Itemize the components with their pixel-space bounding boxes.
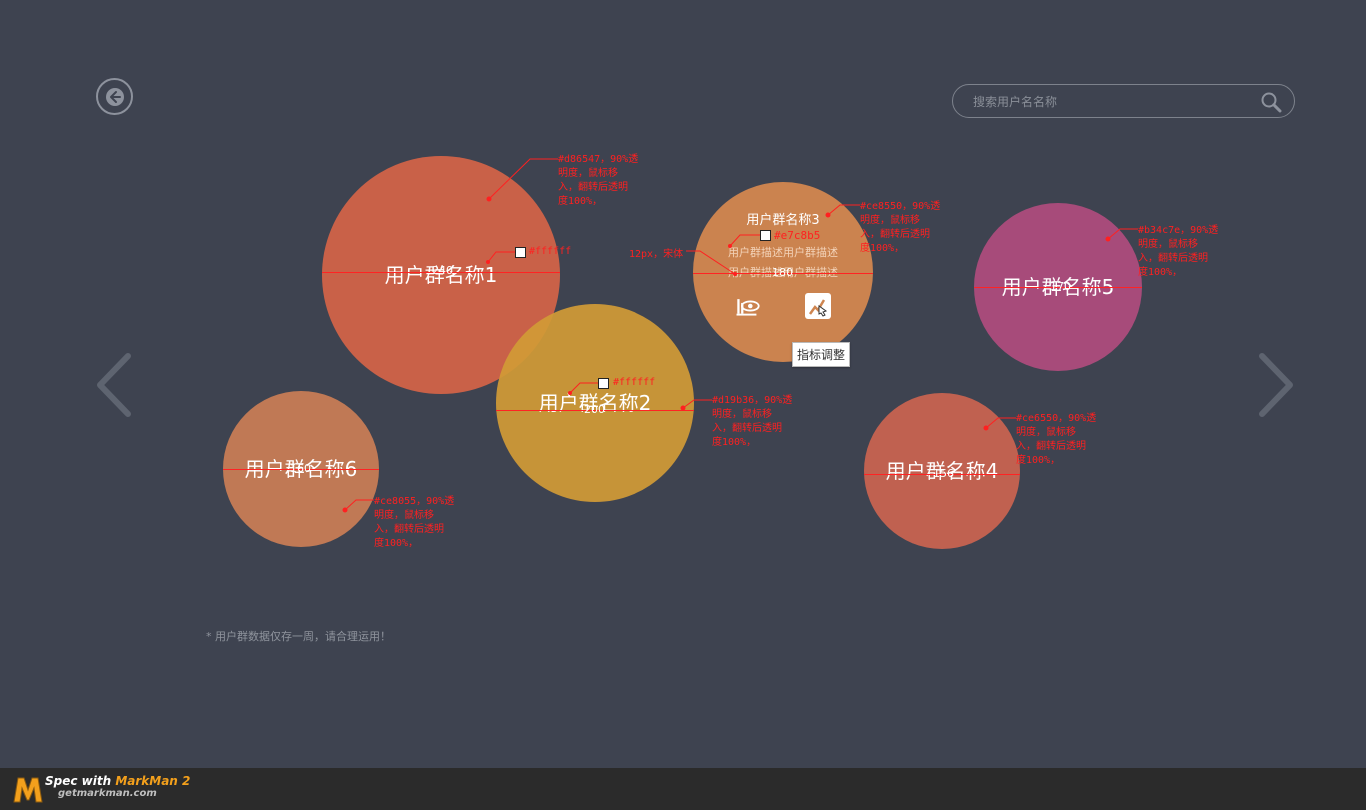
- footnote: * 用户群数据仅存一周，请合理运用！: [206, 630, 391, 643]
- color-swatch: [598, 378, 609, 389]
- annotation-note: #d19b36，90%透 明度，鼠标移 入，翻转后透明 度100%，: [712, 395, 793, 448]
- font-annotation: 12px，宋体: [629, 249, 684, 260]
- color-swatch: [760, 230, 771, 241]
- markman-logo-icon: [13, 777, 43, 803]
- annotation-note: #d86547，90%透 明度，鼠标移 入，翻转后透明 度100%，: [558, 154, 639, 207]
- annotation-note: #ce8550，90%透 明度，鼠标移 入，翻转后透明 度100%，: [860, 201, 941, 254]
- annotation-note: #ce6550，90%透 明度，鼠标移 入，翻转后透明 度100%，: [1016, 413, 1097, 466]
- annotation-note: #ce8055，90%透 明度，鼠标移 入，翻转后透明 度100%，: [374, 496, 455, 549]
- swatch-label: #e7c8b5: [774, 229, 821, 242]
- brand-title: Spec with MarkMan 2: [45, 774, 191, 788]
- annotation-note: #b34c7e，90%透 明度，鼠标移 入，翻转后透明 度100%，: [1138, 225, 1219, 278]
- color-swatch: [515, 247, 526, 258]
- annotation-pointer: [342, 158, 1138, 513]
- brand-bar: [0, 768, 1366, 810]
- swatch-label: #ffffff: [529, 246, 572, 257]
- brand-url: getmarkman.com: [58, 788, 157, 799]
- swatch-label: #ffffff: [613, 377, 656, 388]
